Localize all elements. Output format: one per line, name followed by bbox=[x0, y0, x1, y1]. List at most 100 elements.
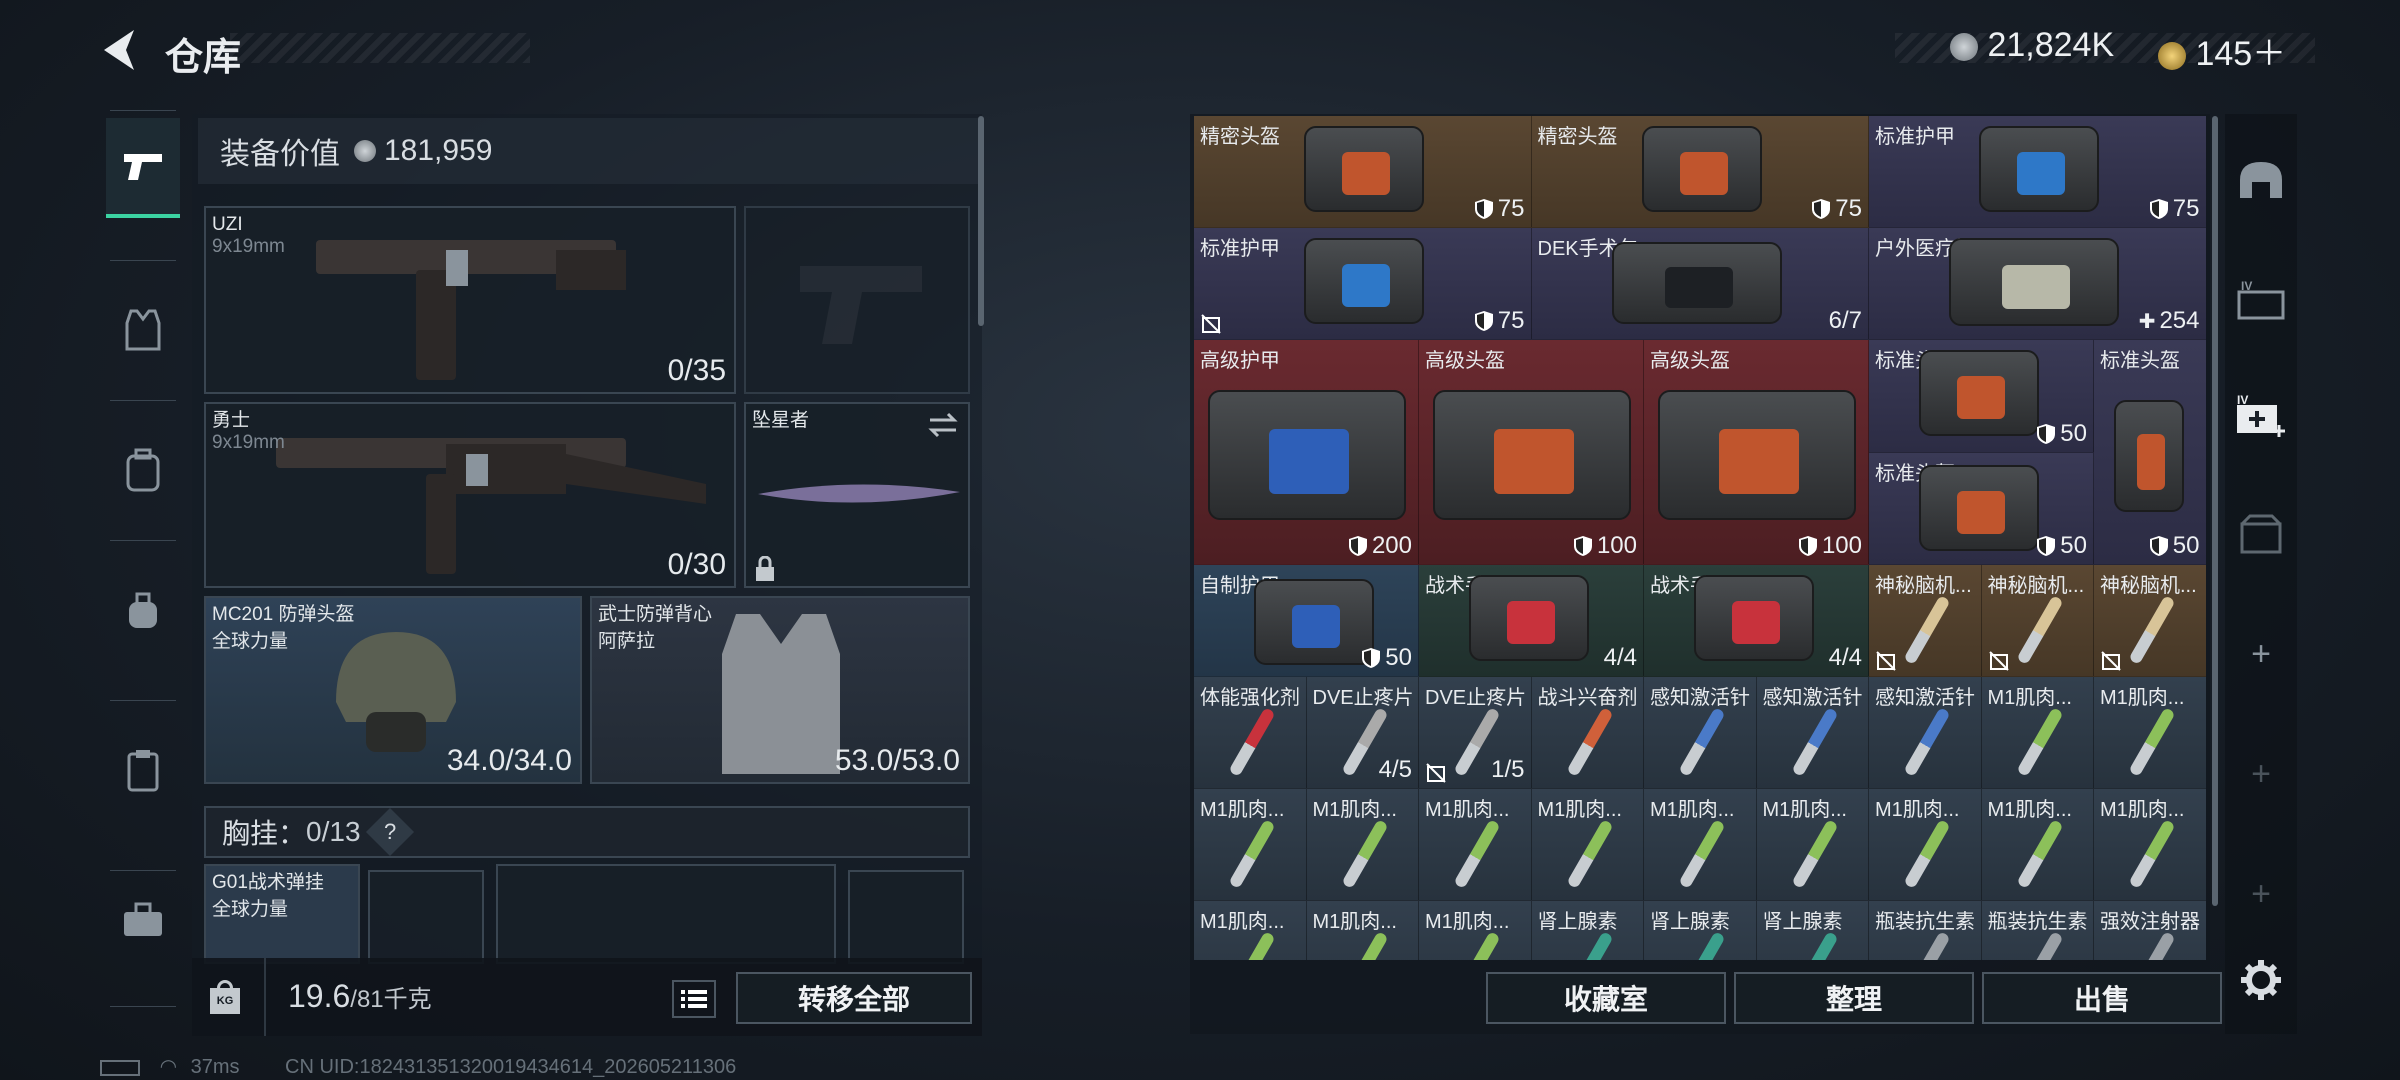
tab-backpack[interactable] bbox=[106, 420, 180, 520]
inventory-item[interactable]: 瓶装抗生素 bbox=[1981, 901, 2094, 960]
inventory-item[interactable]: 神秘脑机... bbox=[1869, 564, 1982, 677]
sort-button[interactable]: 整理 bbox=[1734, 972, 1974, 1024]
inventory-item[interactable]: 战术手术包4/4 bbox=[1644, 564, 1869, 677]
equipment-scrollbar[interactable] bbox=[978, 116, 984, 326]
list-view-button[interactable] bbox=[672, 980, 716, 1018]
inventory-item[interactable]: 标准护甲 75 bbox=[1194, 228, 1532, 341]
inventory-item[interactable]: 神秘脑机... bbox=[1981, 564, 2094, 677]
item-name: 瓶装抗生素 bbox=[1875, 911, 1975, 934]
inventory-item[interactable]: M1肌肉... bbox=[2094, 789, 2206, 902]
sidebar-item-helmet[interactable] bbox=[2225, 130, 2297, 230]
inventory-item[interactable]: 精密头盔 75 bbox=[1194, 116, 1532, 229]
inventory-item[interactable]: 高级头盔 100 bbox=[1419, 340, 1644, 565]
inventory-item[interactable]: 感知激活针 bbox=[1644, 677, 1757, 790]
inventory-item[interactable]: M1肌肉... bbox=[1869, 789, 1982, 902]
inventory-item[interactable]: DVE止疼片 1/5 bbox=[1419, 677, 1532, 790]
swap-icon[interactable] bbox=[926, 410, 960, 440]
inventory-item[interactable]: 自制护甲 50 bbox=[1194, 564, 1419, 677]
sidebar-item-ammo[interactable]: IV bbox=[2225, 250, 2297, 350]
primary-weapon-slot[interactable]: UZI 9x19mm 0/35 bbox=[204, 206, 736, 394]
armor-slot[interactable]: 武士防弹背心 阿萨拉 53.0/53.0 bbox=[590, 596, 970, 784]
smg-icon bbox=[276, 438, 706, 574]
help-button[interactable]: ? bbox=[365, 807, 414, 857]
inventory-item[interactable]: 神秘脑机... bbox=[2094, 564, 2206, 677]
item-name: 肾上腺素 bbox=[1537, 911, 1618, 934]
inventory-item[interactable]: 瓶装抗生素 bbox=[1869, 901, 1982, 960]
inventory-item[interactable]: M1肌肉... bbox=[1981, 677, 2094, 790]
inventory-item[interactable]: 高级护甲 200 bbox=[1194, 340, 1419, 565]
item-value: 1/5 bbox=[1491, 756, 1524, 784]
inventory-item[interactable]: M1肌肉... bbox=[1306, 789, 1419, 902]
item-value: 100 bbox=[1573, 532, 1637, 560]
sidebar-item-add-3[interactable]: + bbox=[2225, 844, 2297, 944]
primary-weapon-name: UZI bbox=[212, 214, 243, 235]
tab-armor[interactable] bbox=[106, 280, 180, 380]
sidebar-item-medkit[interactable]: IV bbox=[2225, 366, 2297, 466]
inventory-item[interactable]: 战斗兴奋剂 bbox=[1531, 677, 1644, 790]
inventory-item[interactable]: 标准头盔 50 bbox=[1869, 340, 2094, 453]
inventory-item[interactable]: M1肌肉... bbox=[2094, 677, 2206, 790]
inventory-item[interactable]: 肾上腺素 bbox=[1756, 901, 1869, 960]
tab-weapons[interactable] bbox=[106, 118, 180, 218]
inventory-item[interactable]: M1肌肉... bbox=[1194, 789, 1307, 902]
inventory-item[interactable]: 战术手术包4/4 bbox=[1419, 564, 1644, 677]
inventory-item[interactable]: 高级头盔 100 bbox=[1644, 340, 1869, 565]
pistol-slot[interactable] bbox=[744, 206, 970, 394]
rig-pocket-1[interactable] bbox=[368, 870, 484, 964]
inventory-item[interactable]: M1肌肉... bbox=[1531, 789, 1644, 902]
inventory-item[interactable]: 标准头盔 50 bbox=[1869, 452, 2094, 565]
inventory-item[interactable]: M1肌肉... bbox=[1306, 901, 1419, 960]
collection-room-button[interactable]: 收藏室 bbox=[1486, 972, 1726, 1024]
inventory-item[interactable]: DVE止疼片 4/5 bbox=[1306, 677, 1419, 790]
inventory-scrollbar[interactable] bbox=[2212, 116, 2218, 906]
inventory-item[interactable]: 体能强化剂 bbox=[1194, 677, 1307, 790]
inventory-item[interactable]: M1肌肉... bbox=[1419, 901, 1532, 960]
inventory-item[interactable]: M1肌肉... bbox=[1419, 789, 1532, 902]
sidebar-item-add-2[interactable]: + bbox=[2225, 724, 2297, 824]
item-value: 50 bbox=[2149, 532, 2200, 560]
inventory-item[interactable]: DEK手术包 6/7 bbox=[1531, 228, 1869, 341]
rig-pocket-2[interactable] bbox=[496, 864, 836, 964]
item-value-text: 254 bbox=[2159, 307, 2200, 335]
coin-icon bbox=[354, 140, 376, 162]
sell-button[interactable]: 出售 bbox=[1982, 972, 2222, 1024]
inventory-item[interactable]: 肾上腺素 bbox=[1531, 901, 1644, 960]
transfer-all-button[interactable]: 转移全部 bbox=[736, 972, 972, 1024]
tab-toolbox[interactable] bbox=[106, 870, 180, 970]
inventory-item[interactable]: 感知激活针 bbox=[1869, 677, 1982, 790]
inventory-item[interactable]: 强效注射器 bbox=[2094, 901, 2206, 960]
tab-clipboard[interactable] bbox=[106, 720, 180, 820]
inventory-item[interactable]: 户外医疗箱 ✚ 254 bbox=[1869, 228, 2206, 341]
back-button[interactable] bbox=[96, 24, 144, 76]
shield-icon bbox=[2037, 423, 2056, 444]
inventory-item[interactable]: M1肌肉... bbox=[1981, 789, 2094, 902]
inventory-item[interactable]: 感知激活针 bbox=[1756, 677, 1869, 790]
inventory-item[interactable]: 标准头盔 50 bbox=[2094, 340, 2206, 565]
back-arrow-icon bbox=[104, 30, 134, 70]
inventory-item[interactable]: 肾上腺素 bbox=[1644, 901, 1757, 960]
rig-pocket-3[interactable] bbox=[848, 870, 964, 964]
secondary-weapon-slot[interactable]: 勇士 9x19mm 0/30 bbox=[204, 402, 736, 588]
inventory-item[interactable]: 精密头盔 75 bbox=[1531, 116, 1869, 229]
syringe-icon bbox=[1790, 931, 1839, 960]
inventory-item[interactable]: M1肌肉... bbox=[1756, 789, 1869, 902]
sidebar-item-add-1[interactable]: + bbox=[2225, 604, 2297, 704]
inventory-item[interactable]: M1肌肉... bbox=[1194, 901, 1307, 960]
currency-premium[interactable]: 145＋ bbox=[2158, 26, 2286, 75]
item-name: M1肌肉... bbox=[1537, 799, 1622, 822]
rig-slot[interactable]: G01战术弹挂 全球力量 bbox=[204, 864, 360, 964]
melee-slot[interactable]: 坠星者 bbox=[744, 402, 970, 588]
settings-button[interactable] bbox=[2225, 930, 2297, 1030]
item-name: M1肌肉... bbox=[1650, 799, 1735, 822]
primary-weapon-caliber: 9x19mm bbox=[212, 236, 285, 257]
toolbox-icon bbox=[124, 902, 162, 936]
header-decoration bbox=[230, 33, 530, 63]
tab-bag[interactable] bbox=[106, 560, 180, 660]
inventory-grid: 精密头盔 75 精密头盔 75 标准护甲 75 标准护甲 75 DEK手术包 6/7 户外医疗箱 ✚ 2… bbox=[1194, 116, 2206, 960]
armor-faction: 阿萨拉 bbox=[598, 631, 656, 652]
inventory-item[interactable]: 标准护甲 75 bbox=[1869, 116, 2206, 229]
currency-coins[interactable]: 21,824K bbox=[1950, 26, 2114, 65]
helmet-slot[interactable]: MC201 防弹头盔 全球力量 34.0/34.0 bbox=[204, 596, 582, 784]
sidebar-item-stash[interactable] bbox=[2225, 484, 2297, 584]
inventory-item[interactable]: M1肌肉... bbox=[1644, 789, 1757, 902]
